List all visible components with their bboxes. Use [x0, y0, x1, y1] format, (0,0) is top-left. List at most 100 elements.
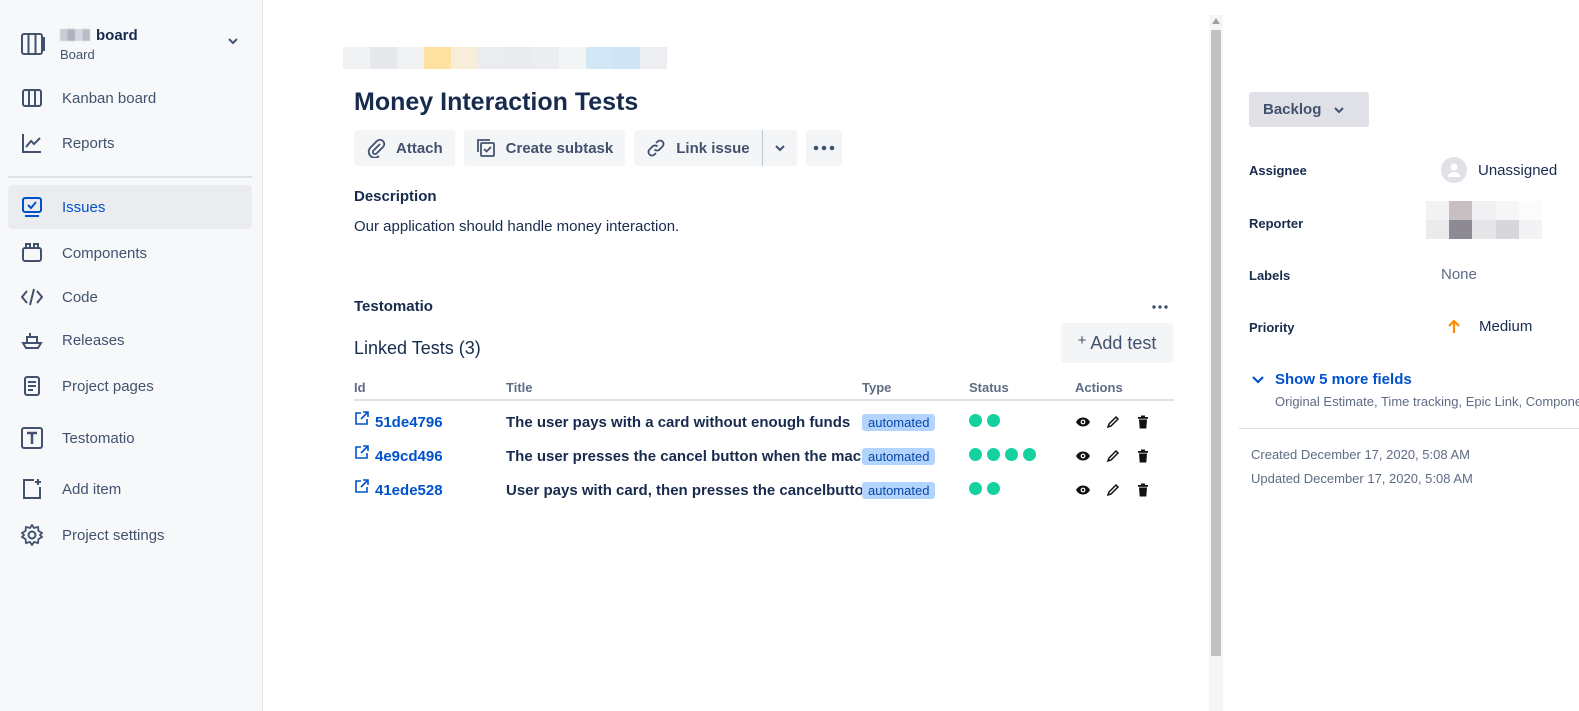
board-icon [21, 33, 45, 55]
sidebar-item-label: Reports [62, 134, 115, 152]
description-text[interactable]: Our application should handle money inte… [354, 218, 679, 235]
delete-trash-icon[interactable] [1135, 414, 1151, 430]
type-badge: automated [862, 481, 936, 499]
project-switcher[interactable]: board Board [20, 22, 250, 66]
sidebar-item-testomatio[interactable]: Testomatio [8, 416, 252, 460]
delete-trash-icon[interactable] [1135, 448, 1151, 464]
project-type: Board [60, 46, 95, 62]
delete-trash-icon[interactable] [1135, 482, 1151, 498]
status-dot-passed [1023, 448, 1036, 461]
testomatio-more-icon[interactable] [1150, 298, 1170, 316]
edit-pencil-icon[interactable] [1105, 448, 1121, 464]
test-title: User pays with card, then presses the ca… [506, 481, 862, 499]
sidebar-item-label: Add item [62, 480, 122, 498]
chevron-down-icon [774, 145, 785, 152]
type-badge: automated [862, 447, 936, 465]
plus-icon: + [1077, 331, 1087, 349]
sidebar-item-label: Project pages [62, 377, 154, 395]
add-test-button[interactable]: + Add test [1061, 323, 1173, 363]
project-name-redacted [60, 29, 90, 41]
issues-icon [21, 196, 43, 218]
column-header-id: Id [354, 379, 366, 395]
column-header-type: Type [862, 379, 892, 395]
create-subtask-label: Create subtask [505, 139, 614, 157]
link-issue-label: Link issue [676, 139, 750, 157]
scrollbar-thumb[interactable] [1211, 30, 1221, 656]
labels-value[interactable]: None [1441, 266, 1477, 283]
sidebar-item-add-item[interactable]: Add item [8, 467, 252, 511]
view-eye-icon[interactable] [1075, 448, 1091, 464]
status-dropdown-button[interactable]: Backlog [1249, 92, 1369, 127]
sidebar-item-project-settings[interactable]: Project settings [8, 513, 252, 557]
testomatio-panel-title: Testomatio [354, 298, 433, 315]
attach-label: Attach [396, 139, 443, 157]
show-more-label: Show 5 more fields [1275, 371, 1412, 388]
sidebar-item-components[interactable]: Components [8, 231, 252, 275]
avatar [1441, 157, 1467, 183]
testomatio-icon [21, 427, 43, 449]
kanban-board-icon [21, 87, 43, 109]
sidebar-item-releases[interactable]: Releases [8, 318, 252, 362]
sidebar-item-code[interactable]: Code [8, 275, 252, 319]
view-eye-icon[interactable] [1075, 414, 1091, 430]
status-dot-passed [987, 448, 1000, 461]
view-eye-icon[interactable] [1075, 482, 1091, 498]
priority-value: Medium [1479, 318, 1533, 335]
link-issue-group: Link issue [634, 130, 797, 166]
external-link-icon [355, 479, 369, 493]
priority-field[interactable]: Medium [1447, 318, 1532, 335]
test-title: The user presses the cancel button when … [506, 447, 862, 465]
description-label: Description [354, 188, 437, 205]
gear-icon [21, 524, 43, 546]
linked-tests-table: Id Title Type Status Actions 51de4796 Th… [354, 375, 1174, 507]
more-horizontal-icon [813, 145, 834, 151]
table-header: Id Title Type Status Actions [354, 375, 1174, 401]
test-id-link[interactable]: 51de4796 [354, 411, 506, 431]
chevron-down-icon [1334, 106, 1345, 113]
sidebar-item-label: Code [62, 288, 98, 306]
sidebar-item-label: Project settings [62, 526, 165, 544]
status-dot-passed [969, 448, 982, 461]
assignee-value: Unassigned [1478, 161, 1558, 179]
priority-label: Priority [1249, 320, 1295, 335]
status-dot-passed [969, 414, 982, 427]
labels-label: Labels [1249, 268, 1291, 283]
sidebar-item-label: Components [62, 244, 148, 262]
link-issue-button[interactable]: Link issue [634, 130, 761, 166]
add-item-icon [21, 478, 43, 500]
attach-button[interactable]: Attach [354, 130, 455, 166]
table-row: 4e9cd496 The user presses the cancel but… [354, 439, 1174, 473]
external-link-icon [355, 411, 369, 425]
code-icon [21, 286, 43, 308]
scroll-up-arrow-icon[interactable] [1211, 17, 1221, 25]
link-issue-dropdown-button[interactable] [763, 130, 797, 166]
sidebar-item-project-pages[interactable]: Project pages [8, 364, 252, 408]
page-title: Money Interaction Tests [354, 88, 639, 116]
status-dots [969, 414, 1075, 430]
test-id-link[interactable]: 4e9cd496 [354, 445, 506, 465]
breadcrumb-redacted [343, 47, 667, 69]
test-title: The user pays with a card without enough… [506, 413, 851, 431]
column-header-actions: Actions [1075, 379, 1123, 395]
sidebar-item-issues[interactable]: Issues [8, 185, 252, 229]
more-actions-button[interactable] [805, 130, 842, 166]
edit-pencil-icon[interactable] [1105, 414, 1121, 430]
created-date: Created December 17, 2020, 5:08 AM [1251, 447, 1470, 462]
show-more-fields-button[interactable]: Show 5 more fields [1251, 371, 1412, 388]
reporter-redacted[interactable] [1426, 201, 1542, 239]
sidebar-item-label: Releases [62, 331, 125, 349]
edit-pencil-icon[interactable] [1105, 482, 1121, 498]
link-icon [646, 138, 666, 158]
assignee-field[interactable]: Unassigned [1441, 157, 1557, 183]
chevron-down-icon [1252, 375, 1264, 384]
hidden-fields-summary: Original Estimate, Time tracking, Epic L… [1275, 394, 1579, 409]
test-id-link[interactable]: 41ede528 [354, 479, 506, 499]
sidebar-item-reports[interactable]: Reports [8, 121, 252, 165]
status-dots [969, 482, 1075, 498]
status-dot-passed [987, 482, 1000, 495]
table-row: 41ede528 User pays with card, then press… [354, 473, 1174, 507]
reports-chart-icon [21, 132, 43, 154]
sidebar-item-kanban-board[interactable]: Kanban board [8, 76, 252, 120]
create-subtask-button[interactable]: Create subtask [463, 130, 626, 166]
status-dot-passed [987, 414, 1000, 427]
